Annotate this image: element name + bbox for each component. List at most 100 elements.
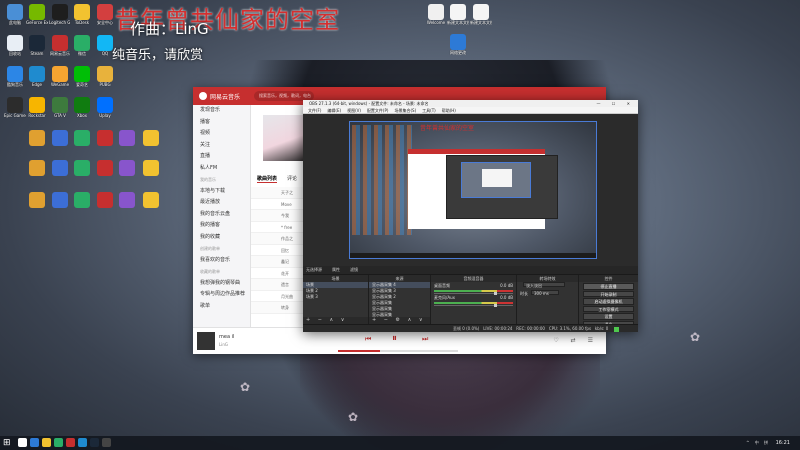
control-button[interactable]: 启动虚拟摄像机 bbox=[583, 298, 634, 305]
sidebar-item[interactable]: 专辑与周边作品推荐 bbox=[193, 289, 250, 301]
obs-menu-item[interactable]: 文件(F) bbox=[308, 108, 321, 113]
sidebar-item[interactable]: 直播 bbox=[193, 151, 250, 163]
prev-icon[interactable]: ⏮ bbox=[365, 335, 371, 344]
desktop-shortcut[interactable]: 微信 bbox=[71, 35, 93, 56]
song-row[interactable]: 转身 bbox=[251, 302, 311, 314]
sidebar-item[interactable]: 我的音乐云盘 bbox=[193, 209, 250, 221]
music-tab[interactable]: 歌曲列表 bbox=[257, 175, 278, 183]
sidebar-item[interactable]: 我的收藏 bbox=[193, 232, 250, 244]
taskbar-app-icon[interactable] bbox=[90, 438, 99, 447]
app-icon[interactable] bbox=[97, 160, 113, 176]
desktop-shortcut[interactable]: Steam bbox=[26, 35, 48, 56]
song-row[interactable]: 回忆 bbox=[251, 245, 311, 256]
scenes-toolbar[interactable]: + − ∧ ∨ bbox=[303, 317, 368, 324]
playback-progress[interactable] bbox=[338, 350, 458, 352]
window-controls[interactable]: — ☐ ✕ bbox=[597, 100, 635, 107]
app-icon[interactable] bbox=[97, 130, 113, 146]
control-button[interactable]: 工作室模式 bbox=[583, 305, 634, 312]
sources-toolbar[interactable]: + − ⚙ ∧ ∨ bbox=[369, 317, 430, 324]
song-row[interactable]: 花开 bbox=[251, 268, 311, 279]
sidebar-item[interactable]: 私人FM bbox=[193, 163, 250, 175]
song-row[interactable]: 遗言 bbox=[251, 279, 311, 291]
obs-menu-item[interactable]: 场景集合(S) bbox=[394, 108, 416, 113]
desktop-shortcut[interactable]: Epic Games bbox=[4, 97, 26, 118]
desktop-shortcut[interactable]: Xbox bbox=[71, 97, 93, 118]
song-row[interactable]: Move bbox=[251, 199, 311, 210]
scene-item[interactable]: 场景 3 bbox=[303, 294, 368, 300]
app-icon[interactable] bbox=[119, 130, 135, 146]
sidebar-item[interactable]: 本地与下载 bbox=[193, 186, 250, 198]
desktop-shortcut[interactable]: 酷狗音乐 bbox=[4, 66, 26, 87]
control-button[interactable]: 设置 bbox=[583, 313, 634, 320]
taskbar-app-icon[interactable] bbox=[42, 438, 51, 447]
desktop-shortcut[interactable]: GeForce Experience bbox=[26, 4, 48, 25]
dock-button[interactable]: 属性 bbox=[332, 267, 340, 273]
song-row[interactable]: 作品之 bbox=[251, 233, 311, 245]
control-button[interactable]: 停止直播 bbox=[583, 283, 634, 290]
app-icon[interactable] bbox=[52, 192, 68, 208]
desktop-shortcut[interactable]: ToDesk bbox=[71, 4, 93, 25]
app-icon[interactable] bbox=[52, 160, 68, 176]
app-icon[interactable] bbox=[143, 192, 159, 208]
app-icon[interactable] bbox=[29, 192, 45, 208]
song-row[interactable]: 月光曲 bbox=[251, 291, 311, 302]
song-row[interactable]: * free bbox=[251, 222, 311, 233]
song-row[interactable]: 天子之 bbox=[251, 187, 311, 199]
player-tools[interactable]: ♡ ⇄ ☰ bbox=[553, 337, 598, 344]
obs-menu-item[interactable]: 编辑(E) bbox=[327, 108, 341, 113]
desktop-shortcut[interactable]: Uplay bbox=[94, 97, 116, 118]
desktop-shortcut[interactable]: 爱奇艺 bbox=[71, 66, 93, 87]
volume-slider[interactable] bbox=[434, 292, 513, 295]
start-icon[interactable]: ⊞ bbox=[3, 437, 11, 449]
obs-menu-item[interactable]: 视图(V) bbox=[347, 108, 361, 113]
sidebar-item[interactable]: 我的播客 bbox=[193, 220, 250, 232]
desktop-shortcut[interactable]: Edge bbox=[26, 66, 48, 87]
desktop-shortcut[interactable]: 回收站 bbox=[4, 35, 26, 56]
taskbar-app-icon[interactable] bbox=[102, 438, 111, 447]
app-icon[interactable] bbox=[143, 130, 159, 146]
sidebar-item[interactable]: 播客 bbox=[193, 117, 250, 129]
desktop-shortcut[interactable]: Rockstar bbox=[26, 97, 48, 118]
sidebar-item[interactable]: 我想弹我的钢琴曲 bbox=[193, 278, 250, 290]
app-icon[interactable] bbox=[29, 160, 45, 176]
play-icon[interactable]: ⏸ bbox=[392, 333, 397, 344]
transition-type[interactable]: 淡入淡出 bbox=[517, 282, 578, 290]
now-playing-thumb[interactable] bbox=[197, 332, 215, 350]
music-tab[interactable]: 评论 bbox=[287, 175, 297, 183]
dock-button[interactable]: 滤镜 bbox=[350, 267, 358, 273]
app-icon[interactable] bbox=[143, 160, 159, 176]
obs-preview[interactable]: 昔年曾共仙家的空室 bbox=[349, 121, 597, 259]
sidebar-item[interactable]: 我喜欢的音乐 bbox=[193, 255, 250, 267]
desktop-shortcut[interactable]: Welcome bbox=[425, 4, 447, 25]
desktop-shortcut[interactable]: Logitech G HUB bbox=[49, 4, 71, 25]
taskbar-app-icon[interactable] bbox=[18, 438, 27, 447]
sidebar-item[interactable]: 歌单 bbox=[193, 301, 250, 313]
obs-menu-item[interactable]: 配置文件(P) bbox=[367, 108, 389, 113]
sidebar-item[interactable]: 最近播放 bbox=[193, 197, 250, 209]
app-icon[interactable] bbox=[119, 192, 135, 208]
sidebar-item[interactable]: 关注 bbox=[193, 140, 250, 152]
desktop-shortcut[interactable]: GTA V bbox=[49, 97, 71, 118]
desktop-shortcut[interactable]: PUBG bbox=[94, 66, 116, 87]
app-icon[interactable] bbox=[52, 130, 68, 146]
app-icon[interactable] bbox=[97, 192, 113, 208]
system-tray[interactable]: ^ 中 拼 bbox=[746, 438, 770, 448]
desktop-shortcut[interactable]: 安全中心 bbox=[94, 4, 116, 25]
next-icon[interactable]: ⏭ bbox=[422, 335, 428, 344]
sidebar-item[interactable]: 视频 bbox=[193, 128, 250, 140]
transition-duration[interactable]: 时长 300 ms bbox=[517, 290, 578, 298]
desktop-shortcut[interactable]: 网易云音乐 bbox=[49, 35, 71, 56]
song-row[interactable]: 今我 bbox=[251, 210, 311, 222]
song-row[interactable]: 鑫记 bbox=[251, 256, 311, 268]
taskbar-app-icon[interactable] bbox=[66, 438, 75, 447]
taskbar-clock[interactable]: 16:21 bbox=[776, 438, 790, 448]
app-icon[interactable] bbox=[74, 192, 90, 208]
app-icon[interactable] bbox=[119, 160, 135, 176]
taskbar-app-icon[interactable] bbox=[30, 438, 39, 447]
taskbar-app-icon[interactable] bbox=[78, 438, 87, 447]
volume-slider[interactable] bbox=[434, 304, 513, 307]
app-icon[interactable] bbox=[74, 130, 90, 146]
app-icon[interactable] bbox=[74, 160, 90, 176]
desktop-shortcut[interactable]: 新建文本文档 bbox=[447, 4, 469, 25]
desktop-shortcut[interactable]: 此电脑 bbox=[4, 4, 26, 25]
